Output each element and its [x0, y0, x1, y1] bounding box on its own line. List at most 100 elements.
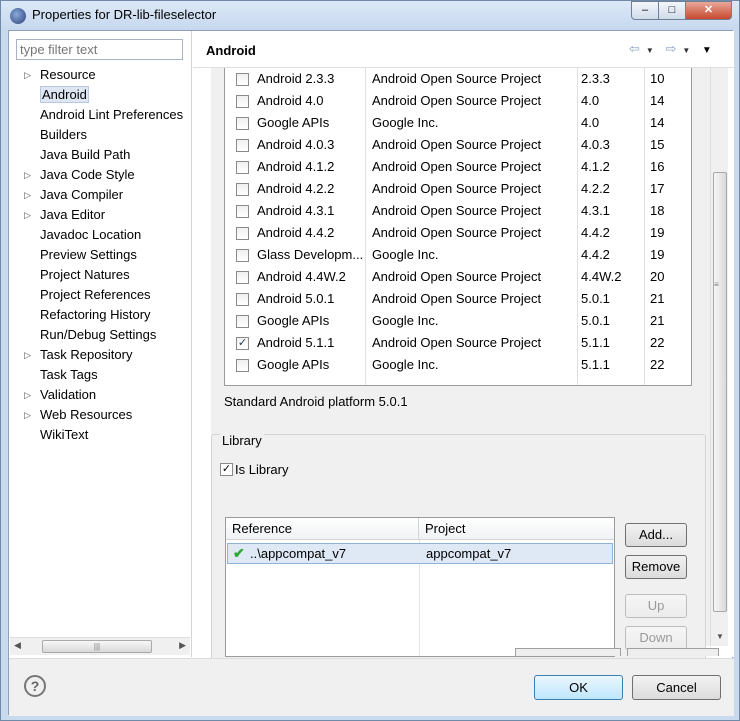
target-platform-cell: 4.4W.2	[581, 269, 622, 284]
table-row[interactable]: Android 4.3.1 Android Open Source Project…	[225, 200, 691, 222]
column-header-project[interactable]: Project	[419, 518, 614, 540]
target-name-cell: Google APIs	[257, 357, 330, 372]
table-row[interactable]: Android 4.0 Android Open Source Project 4.…	[225, 90, 691, 112]
tree-item-java-editor[interactable]: ▷ Java Editor	[9, 205, 191, 225]
table-row[interactable]: Android 4.4W.2 Android Open Source Projec…	[225, 266, 691, 288]
target-api-cell: 15	[650, 137, 665, 152]
help-icon[interactable]: ?	[24, 675, 46, 697]
tree-item-android-lint-preferences[interactable]: Android Lint Preferences	[9, 105, 191, 125]
cancel-button[interactable]: Cancel	[632, 675, 721, 700]
tree-item-label: Javadoc Location	[40, 227, 142, 242]
tree-item-javadoc-location[interactable]: Javadoc Location	[9, 225, 191, 245]
table-row[interactable]: Android 2.3.3 Android Open Source Project…	[225, 68, 691, 90]
table-row[interactable]: Google APIs Google Inc. 5.1.1 22	[225, 354, 691, 376]
tree-item-resource[interactable]: ▷ Resource	[9, 65, 191, 85]
tree-item-run-debug-settings[interactable]: Run/Debug Settings	[9, 325, 191, 345]
expand-arrow-icon[interactable]: ▷	[24, 165, 31, 185]
expand-arrow-icon[interactable]: ▷	[24, 205, 31, 225]
tree-item-preview-settings[interactable]: Preview Settings	[9, 245, 191, 265]
expand-arrow-icon[interactable]: ▷	[24, 385, 31, 405]
target-checkbox[interactable]	[236, 293, 249, 306]
remove-button[interactable]: Remove	[625, 555, 687, 579]
expand-arrow-icon[interactable]: ▷	[24, 65, 31, 85]
dialog-client: ▷ Resource Android Android Lint Preferences…	[8, 30, 734, 716]
target-api-cell: 16	[650, 159, 665, 174]
target-checkbox[interactable]	[236, 205, 249, 218]
view-menu-icon[interactable]: ▼	[702, 45, 714, 56]
add-button[interactable]: Add...	[625, 523, 687, 547]
tree-item-task-tags[interactable]: Task Tags	[9, 365, 191, 385]
table-row[interactable]: Google APIs Google Inc. 4.0 14	[225, 112, 691, 134]
target-checkbox[interactable]	[236, 161, 249, 174]
tree-item-project-references[interactable]: Project References	[9, 285, 191, 305]
tree-item-java-build-path[interactable]: Java Build Path	[9, 145, 191, 165]
target-platform-cell: 5.1.1	[581, 357, 610, 372]
target-checkbox[interactable]	[236, 315, 249, 328]
tree-item-builders[interactable]: Builders	[9, 125, 191, 145]
table-row[interactable]: Android 4.4.2 Android Open Source Project…	[225, 222, 691, 244]
expand-arrow-icon[interactable]: ▷	[24, 405, 31, 425]
table-row[interactable]: ✓ Android 5.1.1 Android Open Source Projec…	[225, 332, 691, 354]
column-header-reference[interactable]: Reference	[226, 518, 419, 540]
target-checkbox[interactable]: ✓	[236, 337, 249, 350]
expand-arrow-icon[interactable]: ▷	[24, 185, 31, 205]
tree-item-web-resources[interactable]: ▷ Web Resources	[9, 405, 191, 425]
forward-dropdown-icon[interactable]: ▼	[682, 46, 692, 55]
expand-arrow-icon[interactable]: ▷	[24, 345, 31, 365]
target-checkbox[interactable]	[236, 271, 249, 284]
table-row[interactable]: Android 4.1.2 Android Open Source Project…	[225, 156, 691, 178]
horizontal-scrollbar[interactable]: ◀ ||| ▶	[10, 637, 190, 655]
table-row[interactable]: Glass Developm... Google Inc. 4.4.2 19	[225, 244, 691, 266]
target-name-cell: Glass Developm...	[257, 247, 364, 262]
table-row[interactable]: Android 4.0.3 Android Open Source Project…	[225, 134, 691, 156]
scroll-left-icon[interactable]: ◀	[14, 640, 21, 651]
back-arrow-icon[interactable]: ⇦	[629, 41, 642, 57]
restore-defaults-button[interactable]	[515, 648, 621, 656]
target-vendor-cell: Android Open Source Project	[372, 269, 542, 284]
tree-item-java-code-style[interactable]: ▷ Java Code Style	[9, 165, 191, 185]
scroll-right-icon[interactable]: ▶	[179, 640, 186, 651]
target-checkbox[interactable]	[236, 117, 249, 130]
scroll-thumb[interactable]	[713, 172, 727, 612]
maximize-button[interactable]: □	[658, 1, 686, 20]
tree-item-project-natures[interactable]: Project Natures	[9, 265, 191, 285]
tree-item-wikitext[interactable]: WikiText	[9, 425, 191, 445]
target-name-cell: Google APIs	[257, 115, 330, 130]
tree-item-validation[interactable]: ▷ Validation	[9, 385, 191, 405]
close-button[interactable]: ✕	[685, 1, 732, 20]
vertical-scrollbar[interactable]: ≡ ▼	[710, 68, 728, 646]
scroll-down-icon[interactable]: ▼	[716, 632, 724, 641]
down-button[interactable]: Down	[625, 626, 687, 650]
target-checkbox[interactable]	[236, 95, 249, 108]
target-checkbox[interactable]	[236, 359, 249, 372]
apply-button[interactable]	[627, 648, 719, 656]
table-row[interactable]: Android 5.0.1 Android Open Source Project…	[225, 288, 691, 310]
filter-input[interactable]	[16, 39, 183, 60]
tree-item-task-repository[interactable]: ▷ Task Repository	[9, 345, 191, 365]
tree-item-java-compiler[interactable]: ▷ Java Compiler	[9, 185, 191, 205]
table-row[interactable]: Google APIs Google Inc. 5.0.1 21	[225, 310, 691, 332]
target-checkbox[interactable]	[236, 139, 249, 152]
target-api-cell: 22	[650, 335, 665, 350]
table-row[interactable]: Android 4.2.2 Android Open Source Project…	[225, 178, 691, 200]
up-button[interactable]: Up	[625, 594, 687, 618]
checkbox-box[interactable]: ✓	[220, 463, 233, 476]
forward-arrow-icon[interactable]: ⇨	[665, 41, 678, 57]
target-checkbox[interactable]	[236, 227, 249, 240]
target-vendor-cell: Android Open Source Project	[372, 71, 542, 86]
scroll-thumb[interactable]: |||	[42, 640, 152, 653]
target-checkbox[interactable]	[236, 183, 249, 196]
minimize-button[interactable]: ‒	[631, 1, 659, 20]
eclipse-icon	[10, 8, 26, 24]
target-api-cell: 14	[650, 115, 665, 130]
title-bar[interactable]: Properties for DR-lib-fileselector ‒ □ ✕	[1, 1, 739, 30]
target-checkbox[interactable]	[236, 249, 249, 262]
table-row[interactable]: ✔ ..\appcompat_v7 appcompat_v7	[227, 543, 613, 564]
target-name-cell: Android 4.0.3	[257, 137, 335, 152]
ok-button[interactable]: OK	[534, 675, 623, 700]
tree-item-android[interactable]: Android	[9, 85, 191, 105]
tree-item-refactoring-history[interactable]: Refactoring History	[9, 305, 191, 325]
back-dropdown-icon[interactable]: ▼	[646, 46, 656, 55]
tree-item-label: Java Build Path	[40, 147, 131, 162]
target-checkbox[interactable]	[236, 73, 249, 86]
